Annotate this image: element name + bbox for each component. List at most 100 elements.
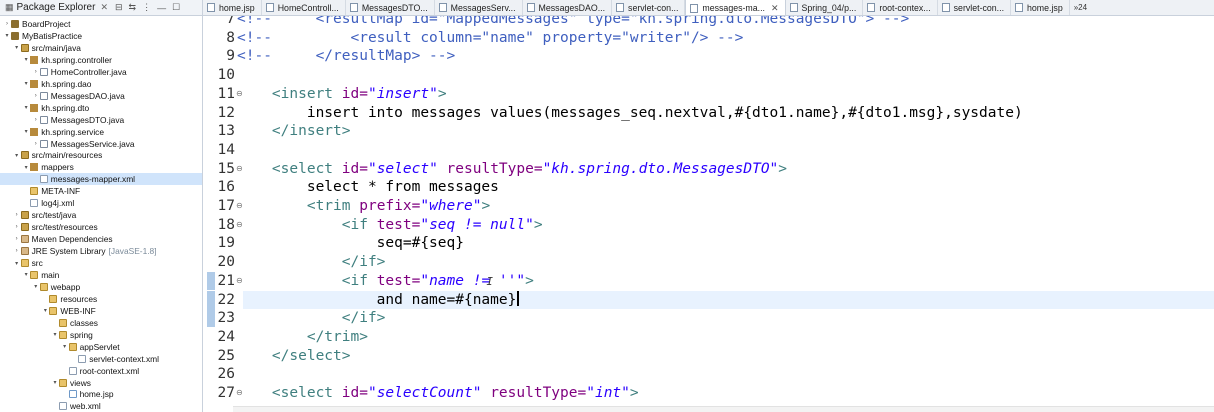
code-line[interactable]: select * from messages bbox=[237, 178, 499, 197]
chevron-down-icon[interactable]: ▾ bbox=[22, 164, 30, 171]
tree-item[interactable]: › BoardProject bbox=[0, 18, 202, 30]
tree-item[interactable]: classes bbox=[0, 317, 202, 329]
close-icon[interactable]: ✕ bbox=[100, 2, 108, 13]
code-line[interactable]: <!-- </resultMap> --> bbox=[237, 47, 455, 66]
chevron-down-icon[interactable]: ▾ bbox=[13, 44, 21, 51]
code-line[interactable]: <select id="selectCount" resultType="int… bbox=[237, 384, 639, 403]
chevron-down-icon[interactable]: ▾ bbox=[51, 331, 59, 338]
chevron-down-icon[interactable]: ▾ bbox=[22, 104, 30, 111]
package-explorer-tab[interactable]: ▦ Package Explorer ✕ bbox=[2, 0, 112, 16]
tree-item[interactable]: › HomeController.java bbox=[0, 66, 202, 78]
editor-tab[interactable]: home.jsp bbox=[1011, 0, 1070, 15]
code-line[interactable]: and name=#{name} bbox=[237, 290, 519, 310]
editor-tab[interactable]: MessagesServ... bbox=[435, 0, 523, 15]
tree-item[interactable]: root-context.xml bbox=[0, 365, 202, 377]
horizontal-scrollbar[interactable] bbox=[233, 406, 1214, 412]
code-line[interactable]: </trim> bbox=[237, 328, 368, 347]
tree-item[interactable]: servlet-context.xml bbox=[0, 353, 202, 365]
code-line[interactable]: insert into messages values(messages_seq… bbox=[237, 104, 1023, 123]
tree-item[interactable]: › MessagesService.java bbox=[0, 138, 202, 150]
chevron-down-icon[interactable]: ▾ bbox=[13, 260, 21, 267]
editor-tab[interactable]: servlet-con... bbox=[612, 0, 686, 15]
code-line[interactable]: </insert> bbox=[237, 122, 351, 141]
code-line[interactable]: </if> bbox=[237, 309, 386, 328]
tree-item[interactable]: › MessagesDAO.java bbox=[0, 90, 202, 102]
tree-item[interactable]: ▾ kh.spring.dto bbox=[0, 102, 202, 114]
code-line[interactable]: seq=#{seq} bbox=[237, 234, 464, 253]
tree-item[interactable]: log4j.xml bbox=[0, 197, 202, 209]
tree-item[interactable]: ▾ src/main/resources bbox=[0, 149, 202, 161]
code-line[interactable]: <!-- <resultMap id="MappedMessages" type… bbox=[237, 16, 909, 29]
chevron-down-icon[interactable]: ▾ bbox=[61, 343, 69, 350]
folder-icon bbox=[49, 294, 58, 303]
editor-tab[interactable]: root-contex... bbox=[863, 0, 938, 15]
chevron-right-icon[interactable]: › bbox=[32, 93, 40, 99]
editor-tab[interactable]: MessagesDTO... bbox=[346, 0, 435, 15]
tree-item[interactable]: web.xml bbox=[0, 400, 202, 412]
chevron-down-icon[interactable]: ▾ bbox=[13, 152, 21, 159]
code-line[interactable]: <select id="select" resultType="kh.sprin… bbox=[237, 160, 787, 179]
chevron-right-icon[interactable]: › bbox=[13, 224, 21, 230]
close-icon[interactable]: ✕ bbox=[771, 3, 779, 14]
chevron-right-icon[interactable]: › bbox=[13, 212, 21, 218]
chevron-down-icon[interactable]: ▾ bbox=[51, 379, 59, 386]
chevron-down-icon[interactable]: ▾ bbox=[22, 128, 30, 135]
chevron-down-icon[interactable]: ▾ bbox=[41, 307, 49, 314]
tree-item[interactable]: ▾ MyBatisPractice bbox=[0, 30, 202, 42]
chevron-down-icon[interactable]: ▾ bbox=[3, 32, 11, 39]
tree-item[interactable]: ▾ kh.spring.dao bbox=[0, 78, 202, 90]
collapse-all-icon[interactable]: ⊟ bbox=[115, 2, 123, 13]
editor-tab[interactable]: MessagesDAO... bbox=[523, 0, 613, 15]
code-editor[interactable]: 7 8 9 10 11 12 13 14 15 16 17 18 19 20 21 22 23 24 25 26 27 … bbox=[203, 16, 1214, 412]
chevron-down-icon[interactable]: ▾ bbox=[32, 283, 40, 290]
code-line[interactable]: <insert id="insert"> bbox=[237, 85, 447, 104]
code-line[interactable]: </select> bbox=[237, 347, 351, 366]
code-line[interactable]: <trim prefix="where"> bbox=[237, 197, 490, 216]
editor-tab[interactable]: servlet-con... bbox=[938, 0, 1012, 15]
code-line[interactable]: <if test="name != ''" I > bbox=[237, 272, 534, 291]
tree-item[interactable]: › MessagesDTO.java bbox=[0, 114, 202, 126]
chevron-right-icon[interactable]: › bbox=[3, 21, 11, 27]
tree-item[interactable]: ▾ src bbox=[0, 257, 202, 269]
tree-item[interactable]: resources bbox=[0, 293, 202, 305]
code-line[interactable]: <if test="seq != null"> bbox=[237, 216, 543, 235]
minimize-icon[interactable]: — bbox=[157, 3, 166, 13]
tree-item[interactable]: ▾ appServlet bbox=[0, 341, 202, 353]
tree-item[interactable]: › JRE System Library [JavaSE-1.8] bbox=[0, 245, 202, 257]
view-menu-icon[interactable]: ⋮ bbox=[142, 2, 151, 13]
tree-item[interactable]: ▾ mappers bbox=[0, 161, 202, 173]
tree-item[interactable]: ▾ webapp bbox=[0, 281, 202, 293]
tree-item[interactable]: ▾ kh.spring.controller bbox=[0, 54, 202, 66]
package-explorer-title: Package Explorer bbox=[16, 2, 96, 13]
tree-item[interactable]: ▾ spring bbox=[0, 329, 202, 341]
chevron-right-icon[interactable]: › bbox=[13, 236, 21, 242]
chevron-right-icon[interactable]: › bbox=[32, 141, 40, 147]
editor-tab[interactable]: messages-ma... ✕ bbox=[685, 0, 786, 15]
chevron-down-icon[interactable]: ▾ bbox=[22, 271, 30, 278]
tree-item[interactable]: messages-mapper.xml bbox=[0, 173, 202, 186]
chevron-down-icon[interactable]: ▾ bbox=[22, 56, 30, 63]
editor-tab[interactable]: HomeControll... bbox=[262, 0, 346, 15]
tree-item[interactable]: home.jsp bbox=[0, 388, 202, 400]
editor-tab[interactable]: Spring_04/p... bbox=[786, 0, 864, 15]
chevron-right-icon[interactable]: › bbox=[13, 248, 21, 254]
folder-icon bbox=[49, 306, 58, 315]
tree-item[interactable]: ▾ views bbox=[0, 377, 202, 389]
chevron-right-icon[interactable]: › bbox=[32, 69, 40, 75]
editor-tab[interactable]: home.jsp bbox=[203, 0, 262, 15]
tabs-overflow-button[interactable]: »24 bbox=[1070, 0, 1093, 15]
link-editor-icon[interactable]: ⇆ bbox=[129, 2, 137, 13]
tree-item[interactable]: › Maven Dependencies bbox=[0, 233, 202, 245]
tree-item[interactable]: ▾ main bbox=[0, 269, 202, 281]
tree-item[interactable]: ▾ kh.spring.service bbox=[0, 126, 202, 138]
tree-item[interactable]: ▾ src/main/java bbox=[0, 42, 202, 54]
tree-item[interactable]: ▾ WEB-INF bbox=[0, 305, 202, 317]
code-line[interactable]: <!-- <result column="name" property="wri… bbox=[237, 29, 743, 48]
tree-item[interactable]: › src/test/resources bbox=[0, 221, 202, 233]
code-line[interactable]: </if> bbox=[237, 253, 386, 272]
chevron-down-icon[interactable]: ▾ bbox=[22, 80, 30, 87]
maximize-icon[interactable]: ☐ bbox=[172, 2, 180, 13]
tree-item[interactable]: › src/test/java bbox=[0, 209, 202, 221]
chevron-right-icon[interactable]: › bbox=[32, 117, 40, 123]
tree-item[interactable]: META-INF bbox=[0, 185, 202, 197]
